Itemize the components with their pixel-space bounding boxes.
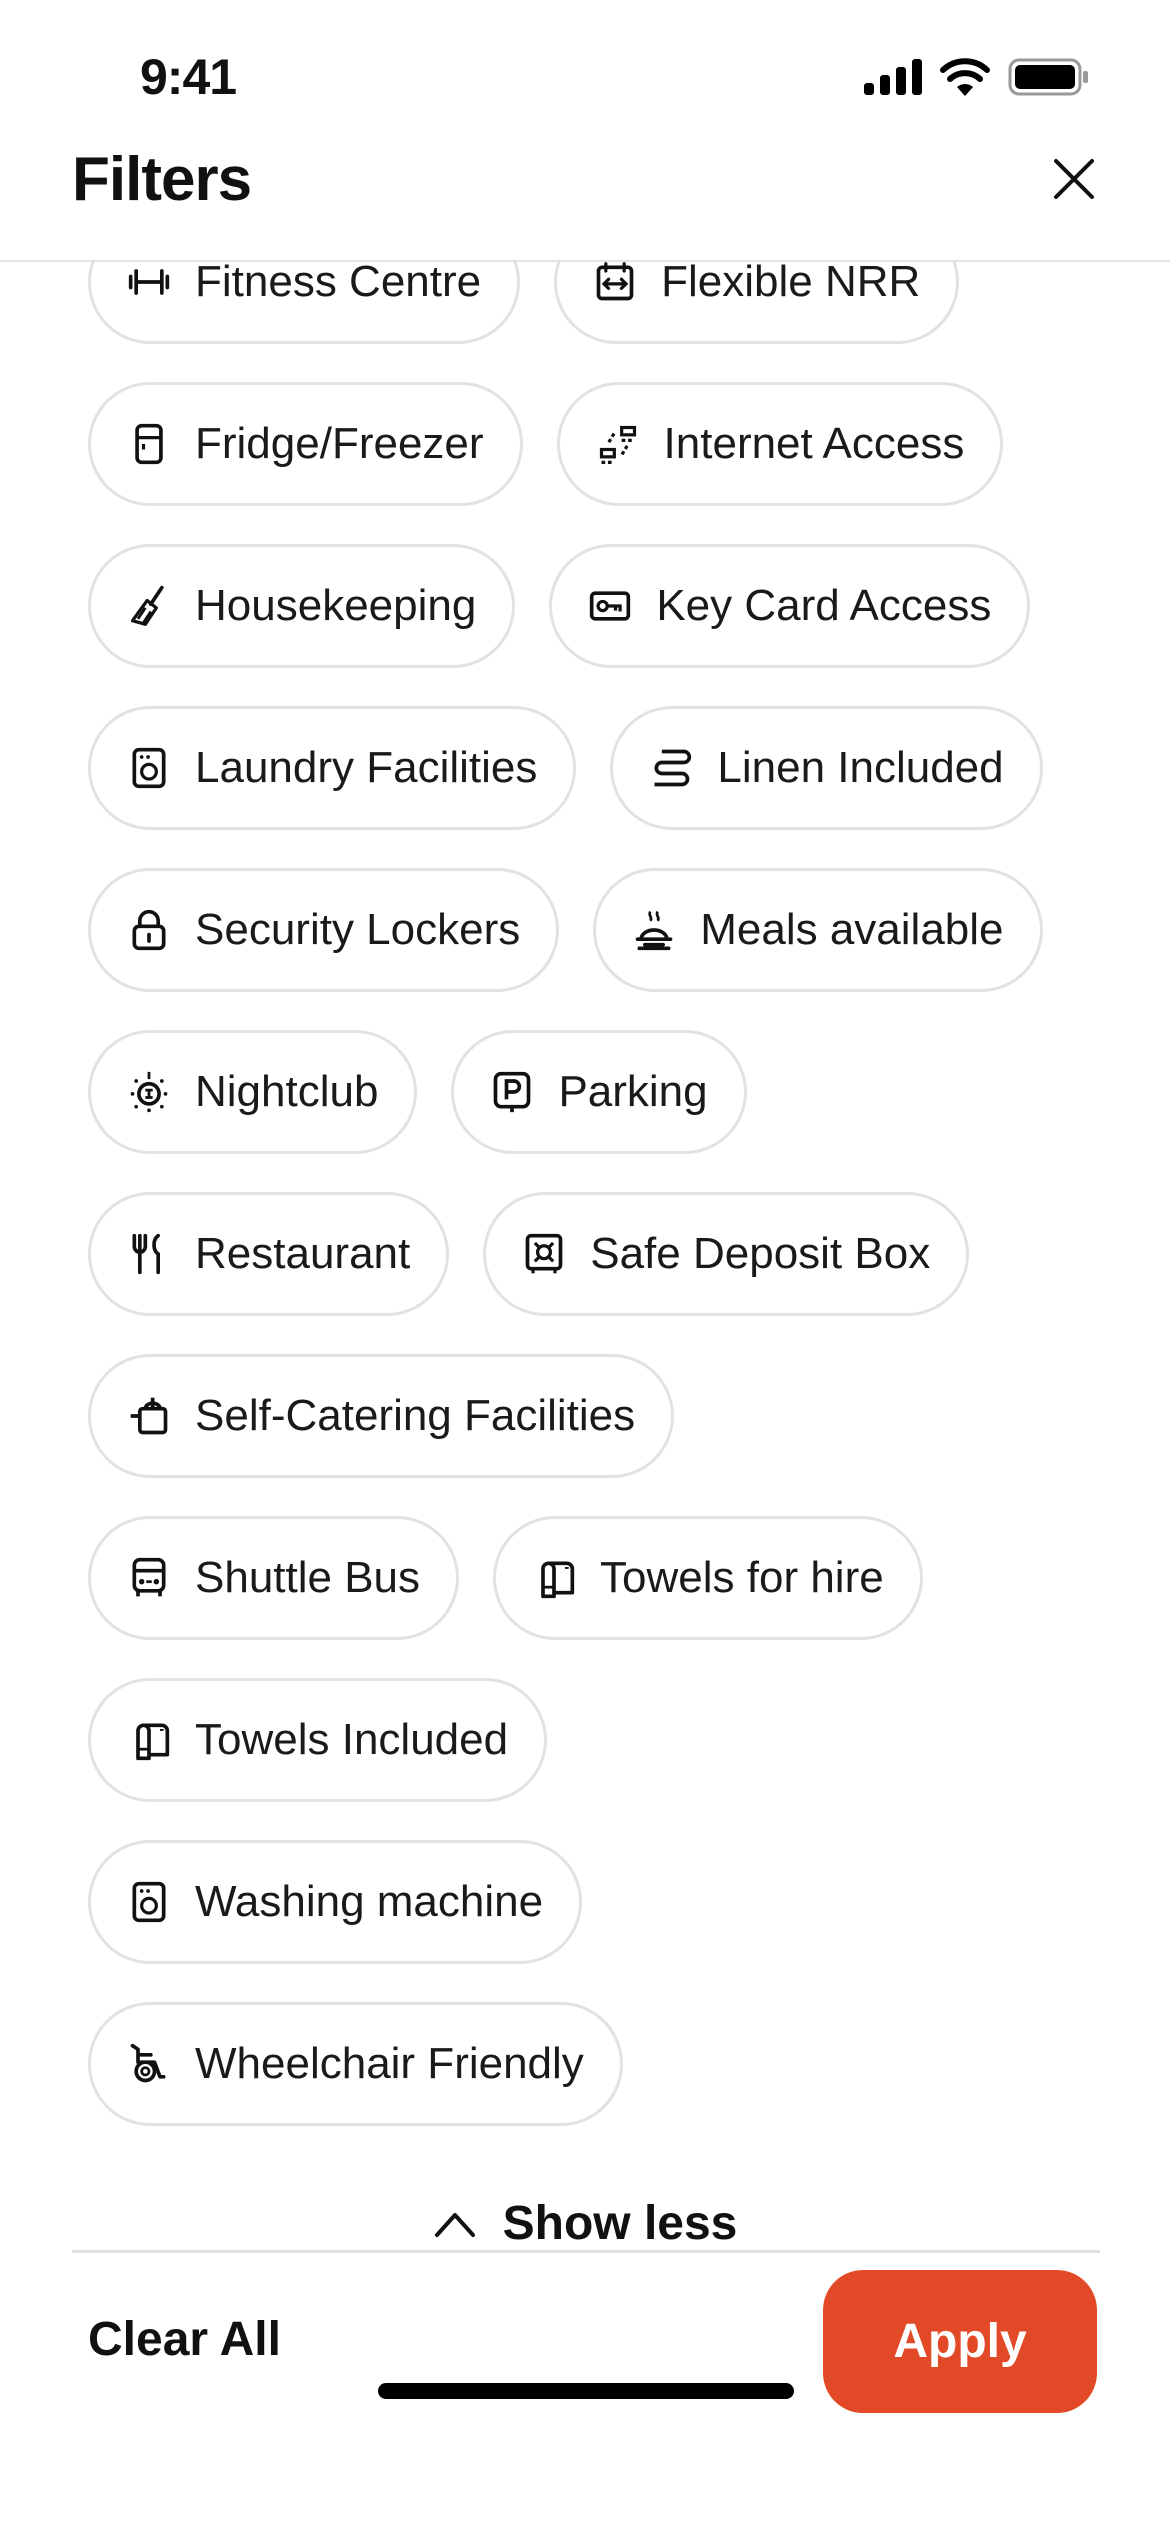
status-icons [864, 58, 1090, 96]
washing-machine-icon [132, 747, 166, 789]
page-title: Filters [72, 145, 252, 214]
filter-chip-internet-access[interactable]: Internet Access [556, 382, 1004, 506]
chip-row: Fridge/Freezer Internet Access [88, 382, 1004, 510]
network-icon [599, 425, 636, 464]
filter-chip-towels-included[interactable]: Towels Included [88, 1678, 548, 1802]
filter-chip-nightclub[interactable]: Nightclub [88, 1030, 418, 1154]
status-time: 9:41 [140, 49, 237, 105]
filter-chip-washing-machine[interactable]: Washing machine [88, 1840, 583, 1964]
parking-icon [494, 1071, 531, 1113]
chip-row: Restaurant Safe Deposit Box [88, 1192, 970, 1320]
fridge-icon [135, 423, 163, 465]
washing-machine-icon [132, 1881, 166, 1923]
filter-chip-safe-deposit-box[interactable]: Safe Deposit Box [483, 1192, 970, 1316]
towel-icon [136, 1723, 170, 1761]
filter-chip-label: Security Lockers [195, 905, 521, 954]
cooking-pot-icon [130, 1397, 168, 1435]
filter-chip-label: Meals available [700, 905, 1004, 954]
dumbbell-icon [128, 269, 170, 295]
apply-button[interactable]: Apply [823, 2270, 1097, 2413]
close-icon[interactable] [1050, 155, 1098, 203]
chip-row: Wheelchair Friendly [88, 2002, 623, 2130]
broom-icon [130, 585, 164, 626]
filter-chip-security-lockers[interactable]: Security Lockers [88, 868, 560, 992]
filter-chip-label: Shuttle Bus [195, 1553, 421, 1602]
filter-chip-towels-for-hire[interactable]: Towels for hire [493, 1516, 923, 1640]
filter-chip-label: Fridge/Freezer [195, 419, 484, 468]
chip-row: Nightclub Parking [88, 1030, 747, 1158]
disco-light-icon [130, 1071, 168, 1113]
filter-chip-parking[interactable]: Parking [451, 1030, 747, 1154]
filter-chip-label: Restaurant [195, 1229, 411, 1278]
filter-chip-label: Self-Catering Facilities [195, 1391, 636, 1440]
meal-icon [635, 910, 673, 951]
linen-icon [654, 749, 692, 787]
filters-header: Filters [0, 140, 1170, 262]
filter-chip-label: Nightclub [195, 1067, 379, 1116]
filter-chip-laundry-facilities[interactable]: Laundry Facilities [88, 706, 577, 830]
chip-row: Self-Catering Facilities [88, 1354, 675, 1482]
chip-row: Towels Included [88, 1678, 548, 1806]
chevron-up-icon [434, 2212, 475, 2237]
filter-chip-label: Parking [558, 1067, 708, 1116]
chip-row: Shuttle Bus Towels for hire [88, 1516, 923, 1644]
filter-chip-label: Internet Access [663, 419, 965, 468]
filter-chip-label: Linen Included [717, 743, 1004, 792]
filter-chip-label: Safe Deposit Box [590, 1229, 931, 1278]
chip-row: Washing machine [88, 1840, 583, 1968]
chip-row: Laundry Facilities Linen Included [88, 706, 1043, 834]
filter-chip-wheelchair-friendly[interactable]: Wheelchair Friendly [88, 2002, 623, 2126]
chip-row: Housekeeping Key Card Access [88, 544, 1031, 672]
safe-icon [525, 1233, 563, 1274]
filter-chip-key-card-access[interactable]: Key Card Access [549, 544, 1031, 668]
bus-icon [132, 1557, 166, 1597]
filter-chip-shuttle-bus[interactable]: Shuttle Bus [88, 1516, 460, 1640]
filter-chip-label: Washing machine [195, 1877, 544, 1926]
filter-chip-self-catering-facilities[interactable]: Self-Catering Facilities [88, 1354, 675, 1478]
cellular-signal-icon [864, 59, 922, 95]
show-less-button[interactable]: Show less [0, 2196, 1170, 2251]
wheelchair-icon [130, 2043, 166, 2083]
filter-chip-label: Towels for hire [600, 1553, 884, 1602]
filter-chip-label: Fitness Centre [195, 257, 482, 306]
filter-chip-meals-available[interactable]: Meals available [593, 868, 1043, 992]
filter-chip-label: Housekeeping [195, 581, 477, 630]
filter-chip-label: Flexible NRR [661, 257, 921, 306]
wifi-icon [940, 58, 990, 96]
status-bar: 9:41 [0, 0, 1170, 150]
calendar-arrows-icon [596, 262, 634, 301]
filter-chip-housekeeping[interactable]: Housekeeping [88, 544, 516, 668]
towel-icon [541, 1561, 575, 1599]
clear-all-button[interactable]: Clear All [88, 2312, 281, 2367]
filter-chip-label: Wheelchair Friendly [195, 2039, 584, 2088]
fork-knife-icon [132, 1233, 160, 1275]
show-less-label: Show less [502, 2197, 738, 2250]
chip-row: Security Lockers Meals available [88, 868, 1043, 996]
home-indicator[interactable] [378, 2383, 794, 2399]
lock-icon [132, 909, 166, 951]
filter-chip-linen-included[interactable]: Linen Included [610, 706, 1043, 830]
filter-chip-label: Key Card Access [656, 581, 992, 630]
filter-chip-restaurant[interactable]: Restaurant [88, 1192, 450, 1316]
footer-divider [72, 2250, 1100, 2253]
filter-chip-label: Towels Included [195, 1715, 509, 1764]
key-card-icon [590, 591, 631, 621]
filter-chip-label: Laundry Facilities [195, 743, 538, 792]
filter-chip-fridge-freezer[interactable]: Fridge/Freezer [88, 382, 523, 506]
battery-icon [1008, 58, 1088, 96]
